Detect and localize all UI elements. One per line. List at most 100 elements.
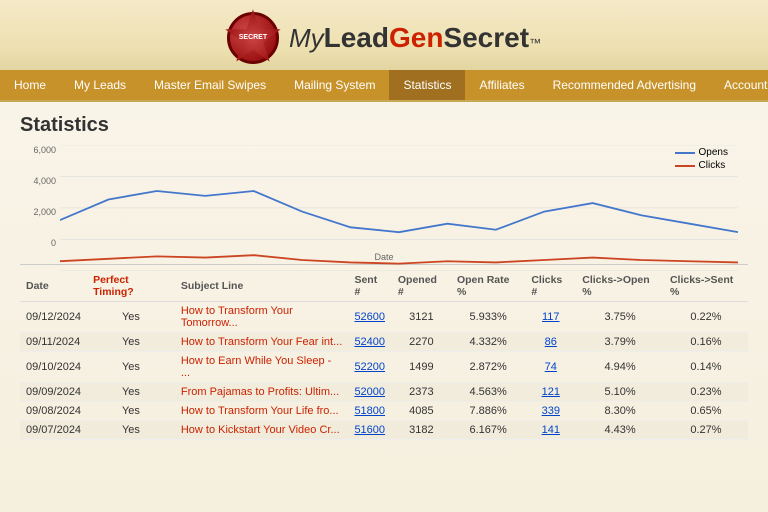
cell-subject[interactable]: From Pajamas to Profits: Ultim... [175,383,349,402]
cell-sent[interactable]: 52200 [348,352,391,383]
cell-clicks[interactable]: 121 [525,383,576,402]
brand-lead: Lead [324,22,389,54]
opens-legend-line [675,152,695,154]
cell-sent[interactable]: 51800 [348,402,391,421]
legend-clicks: Clicks [675,160,728,171]
cell-perfect: Yes [87,352,175,383]
brand: My LeadGenSecret™ [289,22,541,54]
cell-sent[interactable]: 52400 [348,333,391,352]
col-subject: Subject Line [175,271,349,302]
cell-open-rate: 7.886% [451,402,525,421]
clicks-legend-line [675,165,695,167]
cell-perfect: Yes [87,333,175,352]
cell-subject[interactable]: How to Transform Your Tomorrow... [175,302,349,333]
brand-my: My [289,23,324,54]
cell-subject[interactable]: How to Transform Your Fear int... [175,333,349,352]
cell-clicks-open: 5.10% [576,383,664,402]
cell-subject[interactable]: How to Transform Your Life fro... [175,402,349,421]
cell-opened: 3121 [392,302,451,333]
brand-gen: Gen [389,22,443,54]
cell-open-rate: 4.332% [451,333,525,352]
cell-open-rate: 5.933% [451,302,525,333]
table-row: 09/07/2024 Yes How to Kickstart Your Vid… [20,421,748,440]
nav-advertising[interactable]: Recommended Advertising [539,70,710,100]
opens-line [60,191,738,232]
yaxis-0: 0 [51,238,56,248]
chart-legend: Opens Clicks [675,147,728,171]
cell-date: 09/07/2024 [20,421,87,440]
col-sent: Sent # [348,271,391,302]
nav-home[interactable]: Home [0,70,60,100]
chart-yaxis: 6,000 4,000 2,000 0 [20,145,60,248]
col-date: Date [20,271,87,302]
col-clicks-open: Clicks->Open % [576,271,664,302]
cell-perfect: Yes [87,421,175,440]
col-clicks-sent: Clicks->Sent % [664,271,748,302]
nav-account[interactable]: Account ▼ [710,70,768,100]
cell-clicks-sent: 0.65% [664,402,748,421]
main-container: SECRET My LeadGenSecret™ Home My Leads M… [0,0,768,512]
cell-subject[interactable]: How to Earn While You Sleep - ... [175,352,349,383]
cell-date: 09/10/2024 [20,352,87,383]
content-area: Statistics 6,000 4,000 2,000 0 [0,102,768,512]
nav-leads[interactable]: My Leads [60,70,140,100]
statistics-table: Date Perfect Timing? Subject Line Sent #… [20,271,748,440]
page-title: Statistics [20,114,748,137]
navigation: Home My Leads Master Email Swipes Mailin… [0,70,768,100]
col-perfect: Perfect Timing? [87,271,175,302]
cell-clicks-open: 4.94% [576,352,664,383]
wax-seal: SECRET [227,12,279,64]
opens-legend-label: Opens [699,147,728,158]
cell-opened: 3182 [392,421,451,440]
cell-clicks-open: 8.30% [576,402,664,421]
cell-perfect: Yes [87,302,175,333]
yaxis-6000: 6,000 [33,145,56,155]
cell-clicks[interactable]: 141 [525,421,576,440]
cell-clicks[interactable]: 339 [525,402,576,421]
cell-date: 09/12/2024 [20,302,87,333]
cell-sent[interactable]: 52600 [348,302,391,333]
cell-clicks[interactable]: 74 [525,352,576,383]
cell-clicks[interactable]: 117 [525,302,576,333]
header-top: SECRET My LeadGenSecret™ [0,8,768,70]
cell-clicks[interactable]: 86 [525,333,576,352]
seal-text: SECRET [239,34,267,42]
yaxis-2000: 2,000 [33,207,56,217]
table-header-row: Date Perfect Timing? Subject Line Sent #… [20,271,748,302]
cell-clicks-sent: 0.27% [664,421,748,440]
cell-clicks-sent: 0.23% [664,383,748,402]
table-row: 09/08/2024 Yes How to Transform Your Lif… [20,402,748,421]
chart-svg [60,145,738,271]
cell-clicks-sent: 0.16% [664,333,748,352]
cell-sent[interactable]: 52000 [348,383,391,402]
legend-opens: Opens [675,147,728,158]
cell-clicks-sent: 0.14% [664,352,748,383]
nav-email-swipes[interactable]: Master Email Swipes [140,70,280,100]
chart-container: 6,000 4,000 2,000 0 [20,145,748,265]
brand-tm: ™ [529,36,541,50]
table-row: 09/10/2024 Yes How to Earn While You Sle… [20,352,748,383]
clicks-line [60,255,738,263]
col-open-rate: Open Rate % [451,271,525,302]
cell-clicks-open: 4.43% [576,421,664,440]
yaxis-4000: 4,000 [33,176,56,186]
col-clicks: Clicks # [525,271,576,302]
col-opened: Opened # [392,271,451,302]
cell-subject[interactable]: How to Kickstart Your Video Cr... [175,421,349,440]
nav-statistics[interactable]: Statistics [389,70,465,100]
chart-x-label: Date [374,252,393,262]
cell-date: 09/08/2024 [20,402,87,421]
cell-opened: 1499 [392,352,451,383]
cell-date: 09/09/2024 [20,383,87,402]
cell-perfect: Yes [87,383,175,402]
nav-affiliates[interactable]: Affiliates [465,70,538,100]
table-row: 09/11/2024 Yes How to Transform Your Fea… [20,333,748,352]
nav-mailing[interactable]: Mailing System [280,70,389,100]
table-row: 09/12/2024 Yes How to Transform Your Tom… [20,302,748,333]
cell-clicks-sent: 0.22% [664,302,748,333]
cell-perfect: Yes [87,402,175,421]
cell-opened: 2270 [392,333,451,352]
cell-clicks-open: 3.75% [576,302,664,333]
cell-opened: 2373 [392,383,451,402]
cell-sent[interactable]: 51600 [348,421,391,440]
